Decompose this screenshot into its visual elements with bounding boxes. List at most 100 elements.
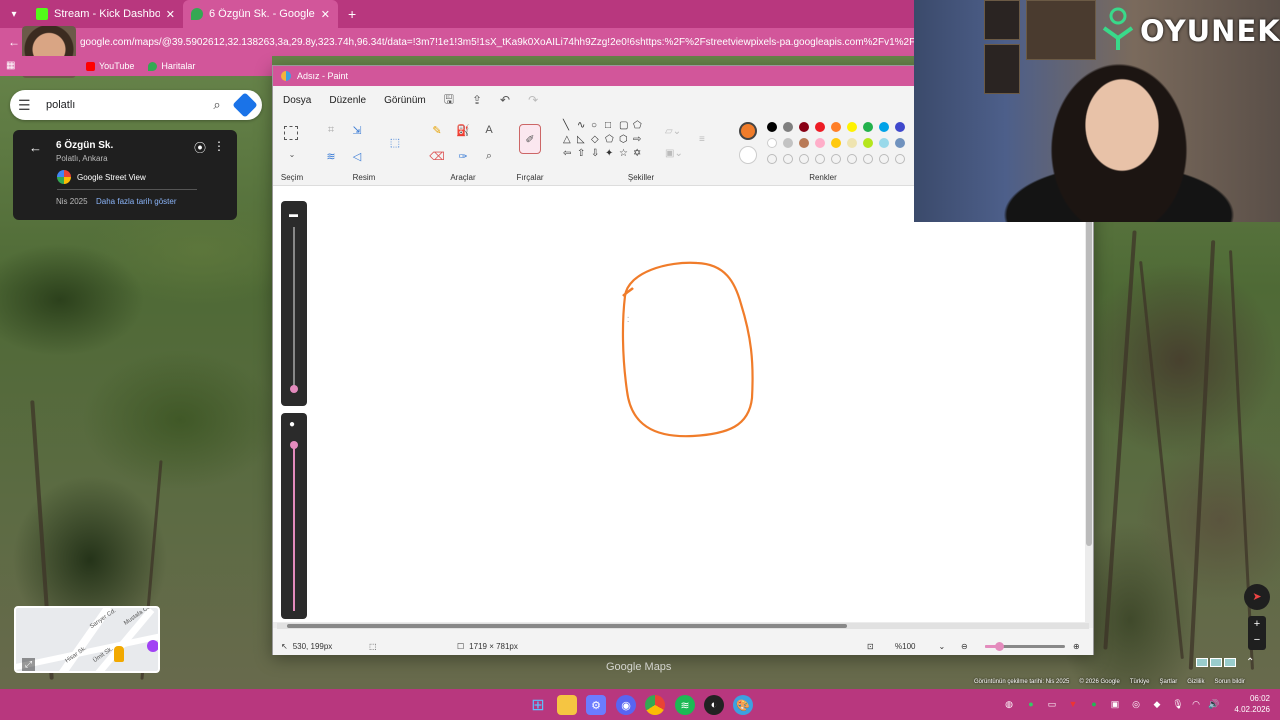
fill-bucket-icon[interactable]: ⛽	[455, 122, 471, 138]
right-triangle-shape-icon[interactable]: ◺	[577, 134, 585, 145]
color-swatch[interactable]	[831, 122, 841, 132]
opacity-slider-track[interactable]	[293, 443, 295, 611]
pentagon-shape-icon[interactable]: ⬠	[605, 134, 614, 145]
back-arrow-icon[interactable]: ←	[8, 35, 20, 49]
custom-color-slot[interactable]	[799, 154, 809, 164]
drawing-canvas[interactable]: ⁚	[273, 186, 1085, 622]
tray-app-icon[interactable]: ▭	[1046, 698, 1058, 710]
color-swatch[interactable]	[863, 138, 873, 148]
discord-icon[interactable]: ◉	[616, 695, 636, 715]
hamburger-menu-icon[interactable]: ☰	[18, 97, 46, 114]
stroke-size-icon[interactable]: ≡	[699, 134, 705, 145]
zoom-select[interactable]: %100 ⌄	[895, 642, 945, 651]
triangle-shape-icon[interactable]: △	[563, 134, 571, 145]
star4-shape-icon[interactable]: ✦	[605, 148, 613, 159]
chevron-down-icon[interactable]: ⌄	[284, 146, 300, 162]
menu-view[interactable]: Görünüm	[384, 95, 426, 106]
layer-thumbnail[interactable]	[1224, 658, 1236, 667]
chrome-icon[interactable]	[645, 695, 665, 715]
rectangle-shape-icon[interactable]: □	[605, 120, 611, 131]
arrow-left-shape-icon[interactable]: ⇦	[563, 148, 571, 159]
tray-app-icon[interactable]: ◆	[1151, 698, 1163, 710]
polygon-shape-icon[interactable]: ⬠	[633, 120, 642, 131]
outline-icon[interactable]: ▱⌄	[665, 126, 681, 137]
color-swatch[interactable]	[895, 138, 905, 148]
size-slider-track[interactable]	[293, 227, 295, 387]
custom-color-slot[interactable]	[895, 154, 905, 164]
share-icon[interactable]: ⇪	[472, 93, 482, 107]
custom-color-slot[interactable]	[767, 154, 777, 164]
color-swatch[interactable]	[815, 138, 825, 148]
system-clock[interactable]: 06:02 4.02.2026	[1226, 693, 1270, 715]
obs-icon[interactable]: ◐	[704, 695, 724, 715]
tray-mic-icon[interactable]: 🎙	[1172, 698, 1184, 710]
tab-google-maps[interactable]: 6 Özgün Sk. - Google Haritalar ✕	[183, 0, 338, 28]
zoom-out-icon[interactable]: −	[1248, 632, 1266, 648]
url-field[interactable]: google.com/maps/@39.5902612,32.138263,3a…	[80, 37, 914, 48]
new-tab-button[interactable]: +	[338, 6, 366, 22]
color-swatch[interactable]	[799, 122, 809, 132]
magnifier-icon[interactable]: ⌕	[481, 148, 497, 164]
color-swatch[interactable]	[879, 122, 889, 132]
paint-taskbar-icon[interactable]: 🎨	[733, 695, 753, 715]
arrow-down-shape-icon[interactable]: ⇩	[591, 148, 599, 159]
privacy-link[interactable]: Gizlilik	[1187, 679, 1204, 689]
pencil-icon[interactable]: ✎	[429, 122, 445, 138]
hexagon-shape-icon[interactable]: ⬡	[619, 134, 628, 145]
tray-app-icon[interactable]: ●	[1025, 698, 1037, 710]
primary-color-swatch[interactable]	[739, 122, 757, 140]
size-slider-knob[interactable]	[290, 385, 298, 393]
zoom-slider[interactable]	[985, 642, 1065, 651]
color-swatch[interactable]	[831, 138, 841, 148]
color-swatch[interactable]	[879, 138, 889, 148]
star5-shape-icon[interactable]: ☆	[619, 148, 628, 159]
expand-up-icon[interactable]: ⌃	[1246, 657, 1254, 668]
custom-color-slot[interactable]	[863, 154, 873, 164]
image-select-icon[interactable]: ⬚	[387, 134, 403, 150]
star6-shape-icon[interactable]: ✡	[633, 148, 641, 159]
color-swatch[interactable]	[895, 122, 905, 132]
expand-icon[interactable]: ⤢	[22, 658, 35, 671]
layer-thumbnail[interactable]	[1210, 658, 1222, 667]
color-swatch[interactable]	[783, 138, 793, 148]
oval-shape-icon[interactable]: ○	[591, 120, 597, 131]
tab-search-icon[interactable]: ▾	[0, 0, 28, 28]
location-pin-icon[interactable]: ⦿	[194, 139, 206, 156]
crop-icon[interactable]: ⌗	[323, 122, 339, 138]
settings-icon[interactable]: ⚙	[586, 695, 606, 715]
redo-icon[interactable]: ↷	[528, 93, 538, 107]
color-swatch[interactable]	[847, 138, 857, 148]
region-link[interactable]: Türkiye	[1130, 679, 1150, 689]
arrow-right-shape-icon[interactable]: ⇨	[633, 134, 641, 145]
directions-icon[interactable]	[232, 92, 258, 118]
custom-color-slot[interactable]	[847, 154, 857, 164]
fit-to-window-icon[interactable]: ⊡	[867, 642, 874, 651]
report-link[interactable]: Sorun bildir	[1215, 679, 1245, 689]
menu-file[interactable]: Dosya	[283, 95, 311, 106]
zoom-in-icon[interactable]: ⊕	[1073, 642, 1080, 651]
text-tool-icon[interactable]: A	[481, 122, 497, 138]
wifi-icon[interactable]: ◠	[1190, 698, 1202, 710]
tray-app-icon[interactable]: ▣	[1109, 698, 1121, 710]
zoom-out[interactable]: ⊖	[961, 642, 968, 651]
volume-icon[interactable]: 🔊	[1208, 698, 1220, 710]
rectangle-select-icon[interactable]	[284, 126, 298, 140]
rotate-icon[interactable]: ◁	[349, 148, 365, 164]
back-arrow-icon[interactable]: ←	[29, 140, 42, 155]
opacity-slider-knob[interactable]	[290, 441, 298, 449]
spotify-icon[interactable]: ≋	[675, 695, 695, 715]
brush-icon[interactable]: ✐	[519, 124, 541, 154]
terms-link[interactable]: Şartlar	[1160, 679, 1178, 689]
zoom-out-icon[interactable]: ⊖	[961, 642, 968, 651]
color-swatch[interactable]	[863, 122, 873, 132]
arrow-up-shape-icon[interactable]: ⇧	[577, 148, 585, 159]
file-explorer-icon[interactable]	[557, 695, 577, 715]
tray-spotify-icon[interactable]: ●	[1088, 698, 1100, 710]
scroll-thumb[interactable]	[287, 624, 847, 628]
more-options-icon[interactable]: ⋮	[213, 139, 225, 153]
menu-edit[interactable]: Düzenle	[329, 95, 366, 106]
save-icon[interactable]: 🖫	[444, 90, 454, 111]
color-swatch[interactable]	[783, 122, 793, 132]
eraser-icon[interactable]: ⌫	[429, 148, 445, 164]
color-swatch[interactable]	[767, 122, 777, 132]
